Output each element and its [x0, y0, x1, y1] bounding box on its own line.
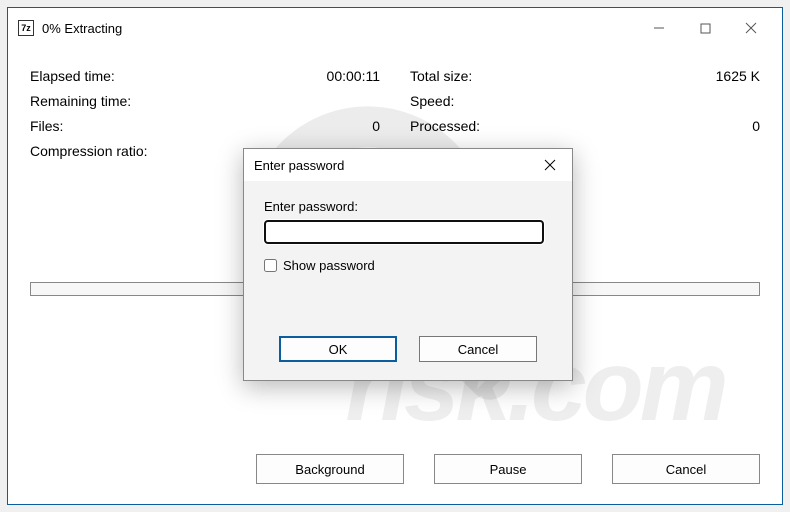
- main-window: risk.com 7z 0% Extracting Elapsed time: …: [7, 7, 783, 505]
- cancel-button[interactable]: Cancel: [612, 454, 760, 484]
- window-controls: [636, 13, 774, 43]
- processed-value: 0: [680, 118, 760, 134]
- dialog-titlebar: Enter password: [244, 149, 572, 181]
- remaining-time-label: Remaining time:: [30, 93, 300, 109]
- elapsed-time-label: Elapsed time:: [30, 68, 300, 84]
- show-password-checkbox[interactable]: [264, 259, 277, 272]
- elapsed-time-value: 00:00:11: [300, 68, 380, 84]
- dialog-ok-button[interactable]: OK: [279, 336, 397, 362]
- app-icon: 7z: [18, 20, 34, 36]
- window-title: 0% Extracting: [42, 21, 636, 36]
- dialog-cancel-button[interactable]: Cancel: [419, 336, 537, 362]
- speed-label: Speed:: [410, 93, 680, 109]
- password-dialog: Enter password Enter password: Show pass…: [243, 148, 573, 381]
- total-size-value: 1625 K: [680, 68, 760, 84]
- background-button[interactable]: Background: [256, 454, 404, 484]
- close-button[interactable]: [728, 13, 774, 43]
- total-size-label: Total size:: [410, 68, 680, 84]
- dialog-button-row: OK Cancel: [244, 336, 572, 362]
- dialog-body: Enter password: Show password: [244, 181, 572, 273]
- show-password-row: Show password: [264, 258, 552, 273]
- password-field-label: Enter password:: [264, 199, 552, 214]
- maximize-button[interactable]: [682, 13, 728, 43]
- show-password-label: Show password: [283, 258, 375, 273]
- pause-button[interactable]: Pause: [434, 454, 582, 484]
- titlebar: 7z 0% Extracting: [8, 8, 782, 48]
- password-input[interactable]: [264, 220, 544, 244]
- bottom-button-row: Background Pause Cancel: [256, 454, 760, 484]
- minimize-button[interactable]: [636, 13, 682, 43]
- files-label: Files:: [30, 118, 300, 134]
- processed-label: Processed:: [410, 118, 680, 134]
- files-value: 0: [300, 118, 380, 134]
- dialog-title: Enter password: [254, 158, 528, 173]
- dialog-close-button[interactable]: [528, 150, 572, 180]
